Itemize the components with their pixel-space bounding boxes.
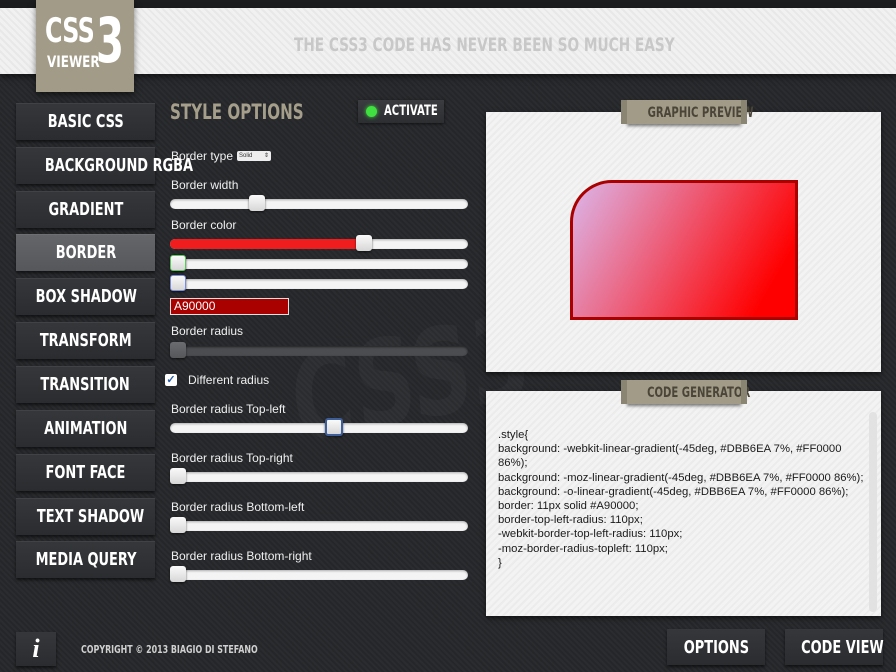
style-options-title: STYLE OPTIONS (170, 100, 304, 124)
radius-top-left-label: Border radius Top-left (171, 402, 286, 416)
green-channel-slider[interactable] (170, 255, 468, 271)
red-channel-slider[interactable] (170, 235, 468, 251)
sidebar-item-label: FONT FACE (45, 462, 126, 483)
different-radius-label: Different radius (188, 373, 270, 387)
slider-knob[interactable] (170, 255, 186, 271)
sidebar-item-transform[interactable]: TRANSFORM (16, 322, 155, 359)
info-icon: i (32, 634, 40, 663)
border-type-value: Solid (239, 153, 253, 159)
activate-label: ACTIVATE (384, 103, 438, 119)
radius-bottom-right-slider[interactable] (170, 566, 468, 582)
slider-knob[interactable] (170, 566, 186, 582)
header-bar: THE CSS3 CODE HAS NEVER BEEN SO MUCH EAS… (0, 8, 896, 74)
slider-knob[interactable] (356, 235, 372, 251)
code-view-button[interactable]: CODE VIEW (785, 629, 884, 665)
radius-top-right-slider[interactable] (170, 468, 468, 484)
code-generator-title: CODE GENERATOR (621, 380, 750, 404)
border-color-label: Border color (171, 218, 237, 232)
border-type-label: Border type (171, 149, 234, 163)
slider-knob[interactable] (170, 342, 186, 358)
sidebar-item-basic-css[interactable]: BASIC CSS (16, 103, 155, 140)
radius-bottom-left-slider[interactable] (170, 517, 468, 533)
sidebar-item-text-shadow[interactable]: TEXT SHADOW (16, 498, 155, 535)
select-arrows-icon: ⇕ (263, 153, 269, 159)
slider-knob[interactable] (249, 195, 265, 211)
sidebar-item-font-face[interactable]: FONT FACE (16, 454, 155, 491)
border-radius-slider[interactable] (170, 342, 468, 358)
sidebar-item-background-rgba[interactable]: BACKGROUND RGBA (16, 147, 193, 184)
border-type-select[interactable]: Solid ⇕ (237, 151, 271, 161)
sidebar-item-label: TRANSFORM (39, 330, 132, 351)
sidebar-item-label: BOX SHADOW (35, 286, 137, 307)
sidebar-item-border[interactable]: BORDER (16, 234, 155, 271)
generated-code[interactable]: .style{ background: -webkit-linear-gradi… (498, 428, 868, 570)
sidebar-item-label: ANIMATION (43, 418, 128, 439)
logo-viewer-text: VIEWER (47, 52, 100, 71)
logo-version-text: 3 (96, 4, 125, 77)
sidebar-item-animation[interactable]: ANIMATION (16, 410, 155, 447)
blue-channel-slider[interactable] (170, 275, 468, 291)
sidebar-item-gradient[interactable]: GRADIENT (16, 191, 155, 228)
options-button[interactable]: OPTIONS (667, 629, 765, 665)
code-view-label: CODE VIEW (801, 637, 884, 658)
border-width-slider[interactable] (170, 195, 468, 211)
sidebar-item-media-query[interactable]: MEDIA QUERY (16, 541, 155, 578)
checkmark-icon: ✓ (166, 374, 176, 386)
sidebar-item-label: BASIC CSS (47, 111, 124, 132)
options-label: OPTIONS (683, 637, 749, 658)
border-radius-label: Border radius (171, 324, 244, 338)
preview-shape (570, 180, 798, 320)
radius-bottom-right-label: Border radius Bottom-right (171, 549, 312, 563)
code-scrollbar[interactable] (869, 412, 877, 612)
border-width-label: Border width (171, 178, 239, 192)
activate-button[interactable]: ACTIVATE (358, 100, 444, 123)
radius-top-right-label: Border radius Top-right (171, 451, 293, 465)
top-strip (0, 0, 896, 8)
radius-bottom-left-label: Border radius Bottom-left (171, 500, 305, 514)
red-channel-fill (170, 239, 364, 249)
sidebar-item-label: TEXT SHADOW (36, 506, 145, 527)
slider-knob[interactable] (170, 275, 186, 291)
different-radius-checkbox[interactable]: ✓ (165, 374, 177, 386)
status-dot-icon (366, 106, 377, 117)
slider-knob[interactable] (325, 418, 343, 436)
info-button[interactable]: i (16, 632, 56, 666)
hex-color-field[interactable]: A90000 (170, 298, 289, 315)
sidebar-item-transition[interactable]: TRANSITION (16, 366, 155, 403)
sidebar-item-label: BORDER (55, 242, 116, 263)
sidebar-item-label: TRANSITION (40, 374, 131, 395)
sidebar-item-box-shadow[interactable]: BOX SHADOW (16, 278, 155, 315)
tagline: THE CSS3 CODE HAS NEVER BEEN SO MUCH EAS… (294, 34, 675, 56)
slider-knob[interactable] (170, 517, 186, 533)
graphic-preview-title: GRAPHIC PREVIEW (621, 100, 754, 124)
radius-top-left-slider[interactable] (170, 418, 468, 436)
copyright-text: COPYRIGHT © 2013 BIAGIO DI STEFANO (81, 643, 258, 656)
sidebar-item-label: MEDIA QUERY (35, 549, 137, 570)
sidebar-item-label: GRADIENT (48, 199, 123, 220)
logo-css-text: CSS (45, 11, 95, 51)
app-logo: CSS VIEWER 3 (36, 0, 134, 92)
slider-knob[interactable] (170, 468, 186, 484)
